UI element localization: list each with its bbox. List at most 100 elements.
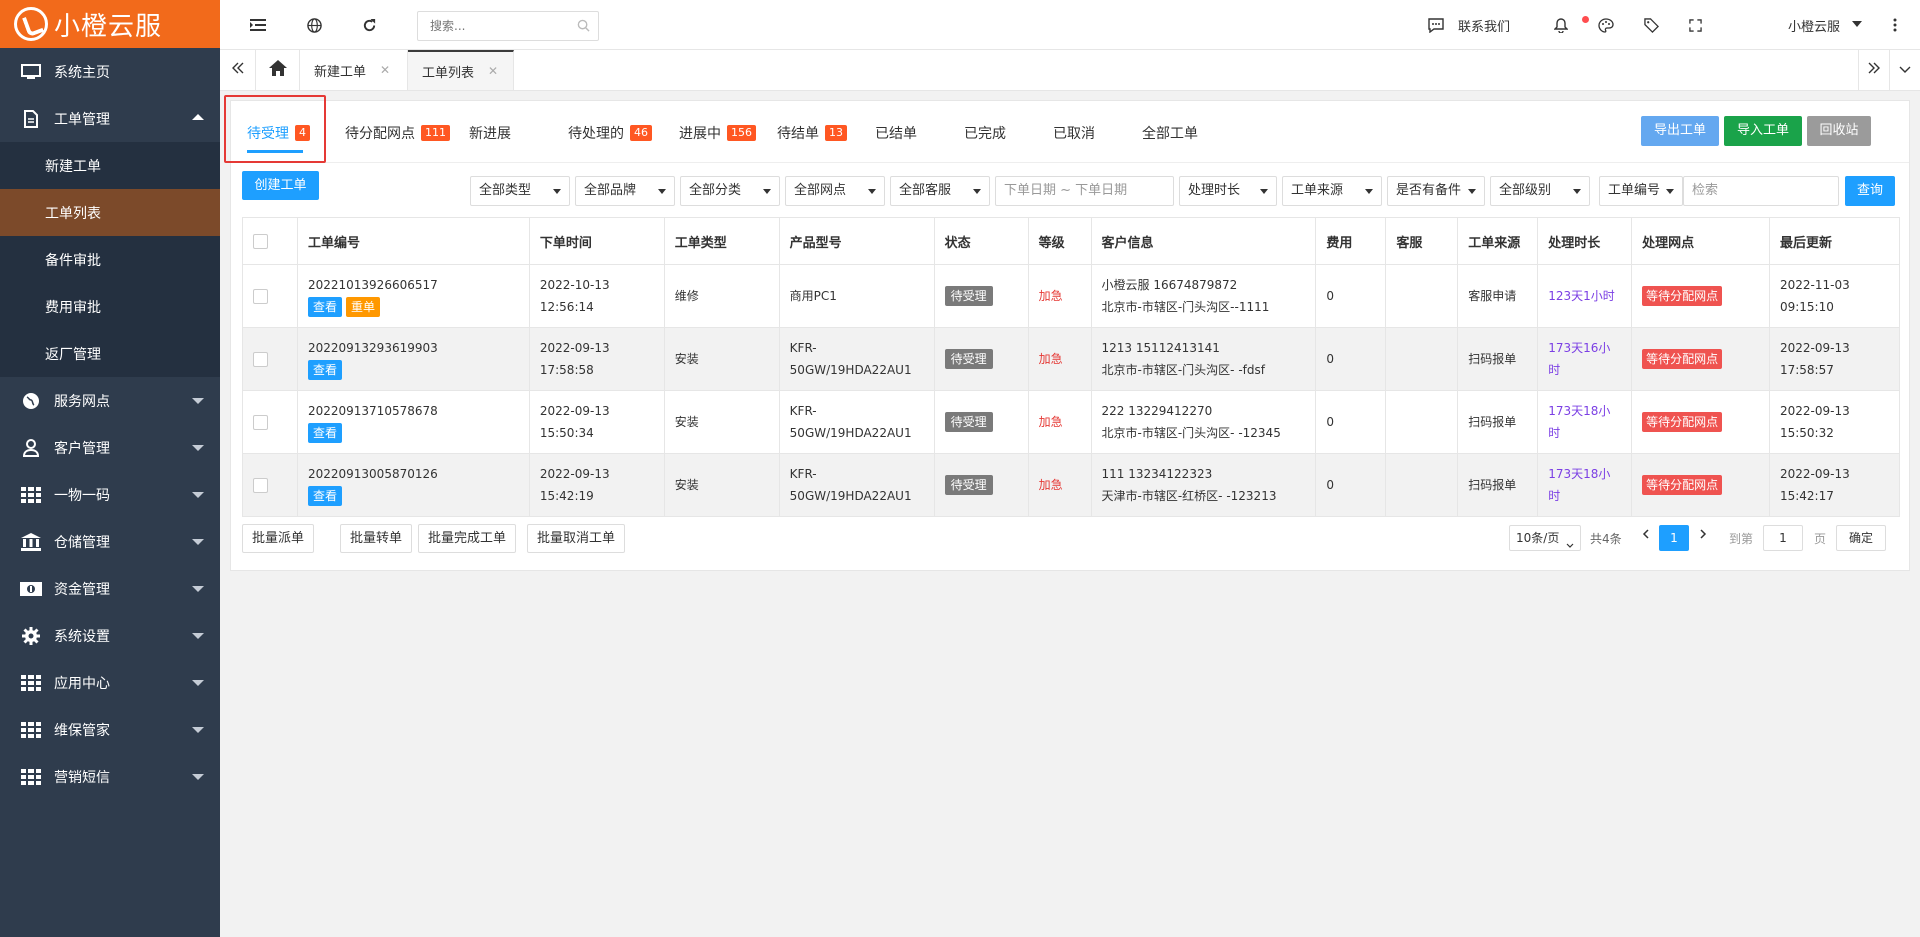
view-button[interactable]: 查看 — [307, 360, 342, 380]
row-select-cell[interactable] — [242, 390, 298, 454]
column-header[interactable]: 工单类型 — [663, 217, 780, 265]
select-all-cell[interactable] — [242, 217, 298, 265]
recycle-bin-button[interactable]: 回收站 — [1807, 116, 1871, 146]
tab-home[interactable] — [256, 50, 300, 90]
goto-page-input[interactable]: 1 — [1763, 525, 1803, 551]
outlet-select[interactable]: 全部网点 — [785, 176, 885, 206]
column-header[interactable]: 产品型号 — [778, 217, 935, 265]
row-checkbox[interactable] — [253, 289, 268, 304]
column-header[interactable]: 客服 — [1385, 217, 1459, 265]
caret-down-icon[interactable] — [1852, 21, 1862, 27]
column-header[interactable]: 状态 — [933, 217, 1029, 265]
status-tab-cancelled[interactable]: 已取消 — [1053, 123, 1095, 143]
contact-us-link[interactable]: 联系我们 — [1458, 16, 1510, 35]
tab-order-list[interactable]: 工单列表 ✕ — [408, 50, 514, 90]
category-select[interactable]: 全部分类 — [680, 176, 780, 206]
status-tab-new-progress[interactable]: 新进展 — [469, 123, 511, 143]
batch-dispatch-button[interactable]: 批量派单 — [242, 524, 315, 553]
status-tab-in-progress[interactable]: 进展中 156 — [679, 123, 756, 143]
rework-button[interactable]: 重单 — [345, 297, 380, 317]
globe-icon[interactable] — [304, 15, 324, 35]
status-tab-pending-assign[interactable]: 待分配网点 111 — [345, 123, 450, 143]
column-header[interactable]: 客户信息 — [1090, 217, 1317, 265]
column-header[interactable]: 下单时间 — [528, 217, 665, 265]
row-select-cell[interactable] — [242, 327, 298, 391]
type-select[interactable]: 全部类型 — [470, 176, 570, 206]
row-checkbox[interactable] — [253, 478, 268, 493]
status-tab-closed[interactable]: 已结单 — [875, 123, 917, 143]
search-input[interactable] — [418, 12, 568, 40]
spare-part-select[interactable]: 是否有备件 — [1387, 176, 1485, 206]
row-select-cell[interactable] — [242, 453, 298, 517]
close-icon[interactable]: ✕ — [380, 63, 390, 77]
status-tab-pending-accept[interactable]: 待受理 4 — [247, 123, 310, 143]
page-size-select[interactable]: 10条/页 — [1509, 525, 1581, 551]
sidebar-item-apps[interactable]: 应用中心 — [0, 659, 220, 706]
prev-page-button[interactable] — [1642, 528, 1650, 542]
column-header[interactable]: 工单来源 — [1457, 217, 1539, 265]
sidebar-item-warehouse[interactable]: 仓储管理 — [0, 518, 220, 565]
batch-transfer-button[interactable]: 批量转单 — [340, 524, 413, 553]
more-vertical-icon[interactable] — [1885, 15, 1905, 35]
sidebar-item-funds[interactable]: 资金管理 — [0, 565, 220, 612]
status-tab-all[interactable]: 全部工单 — [1142, 123, 1198, 143]
row-checkbox[interactable] — [253, 352, 268, 367]
export-orders-button[interactable]: 导出工单 — [1641, 116, 1719, 146]
close-icon[interactable]: ✕ — [488, 64, 498, 78]
sidebar-subitem-order-list[interactable]: 工单列表 — [0, 189, 220, 236]
tabs-menu[interactable] — [1890, 50, 1920, 90]
logo[interactable]: 小橙云服 — [0, 0, 220, 48]
status-tab-to-close[interactable]: 待结单 13 — [777, 123, 847, 143]
view-button[interactable]: 查看 — [307, 297, 342, 317]
service-select[interactable]: 全部客服 — [890, 176, 990, 206]
create-order-button[interactable]: 创建工单 — [242, 171, 319, 200]
column-header[interactable]: 处理网点 — [1631, 217, 1770, 265]
level-select[interactable]: 全部级别 — [1490, 176, 1590, 206]
date-range-input[interactable]: 下单日期 ~ 下单日期 — [995, 176, 1174, 206]
import-orders-button[interactable]: 导入工单 — [1724, 116, 1802, 146]
sidebar-item-qrcode[interactable]: 一物一码 — [0, 471, 220, 518]
page-number-current[interactable]: 1 — [1659, 525, 1689, 551]
source-select[interactable]: 工单来源 — [1282, 176, 1382, 206]
column-header[interactable]: 等级 — [1027, 217, 1092, 265]
search-icon[interactable] — [577, 19, 590, 36]
sidebar-subitem-return[interactable]: 返厂管理 — [0, 330, 220, 377]
row-checkbox[interactable] — [253, 415, 268, 430]
tab-new-order[interactable]: 新建工单 ✕ — [300, 50, 408, 90]
table-row[interactable]: 20220913293619903 查看 2022-09-13 17:58:58 安装 K… — [242, 327, 1901, 391]
table-row[interactable]: 20220913005870126 查看 2022-09-13 15:42:19 安装 K… — [242, 453, 1901, 517]
sidebar-item-customers[interactable]: 客户管理 — [0, 424, 220, 471]
column-header[interactable]: 工单编号 — [296, 217, 530, 265]
tabs-scroll-right[interactable] — [1858, 50, 1890, 90]
table-row[interactable]: 20220913710578678 查看 2022-09-13 15:50:34 安装 K… — [242, 390, 1901, 454]
menu-toggle-icon[interactable] — [248, 15, 268, 35]
table-row[interactable]: 20221013926606517 查看 重单 2022-10-13 12:56:14 维… — [242, 264, 1901, 328]
search-field-select[interactable]: 工单编号 — [1599, 176, 1683, 206]
tag-icon[interactable] — [1641, 15, 1661, 35]
sidebar-item-workorders[interactable]: 工单管理 — [0, 95, 220, 142]
goto-confirm-button[interactable]: 确定 — [1836, 525, 1886, 551]
palette-icon[interactable] — [1596, 15, 1616, 35]
tabs-scroll-left[interactable] — [220, 50, 256, 90]
next-page-button[interactable] — [1699, 528, 1707, 542]
user-menu[interactable]: 小橙云服 — [1788, 16, 1840, 35]
sidebar-item-sms[interactable]: 营销短信 — [0, 753, 220, 800]
duration-select[interactable]: 处理时长 — [1179, 176, 1277, 206]
fullscreen-icon[interactable] — [1685, 15, 1705, 35]
batch-cancel-button[interactable]: 批量取消工单 — [527, 524, 626, 553]
column-header[interactable]: 费用 — [1315, 217, 1387, 265]
sidebar-item-outlets[interactable]: 服务网点 — [0, 377, 220, 424]
global-search[interactable] — [417, 11, 599, 41]
status-tab-to-process[interactable]: 待处理的 46 — [568, 123, 652, 143]
view-button[interactable]: 查看 — [307, 423, 342, 443]
column-header[interactable]: 处理时长 — [1537, 217, 1633, 265]
sidebar-subitem-spare-approval[interactable]: 备件审批 — [0, 236, 220, 283]
row-select-cell[interactable] — [242, 264, 298, 328]
batch-complete-button[interactable]: 批量完成工单 — [418, 524, 517, 553]
view-button[interactable]: 查看 — [307, 486, 342, 506]
status-tab-completed[interactable]: 已完成 — [964, 123, 1006, 143]
sidebar-item-home[interactable]: 系统主页 — [0, 48, 220, 95]
refresh-icon[interactable] — [359, 15, 379, 35]
sidebar-subitem-fee-approval[interactable]: 费用审批 — [0, 283, 220, 330]
chat-icon[interactable] — [1426, 15, 1446, 35]
